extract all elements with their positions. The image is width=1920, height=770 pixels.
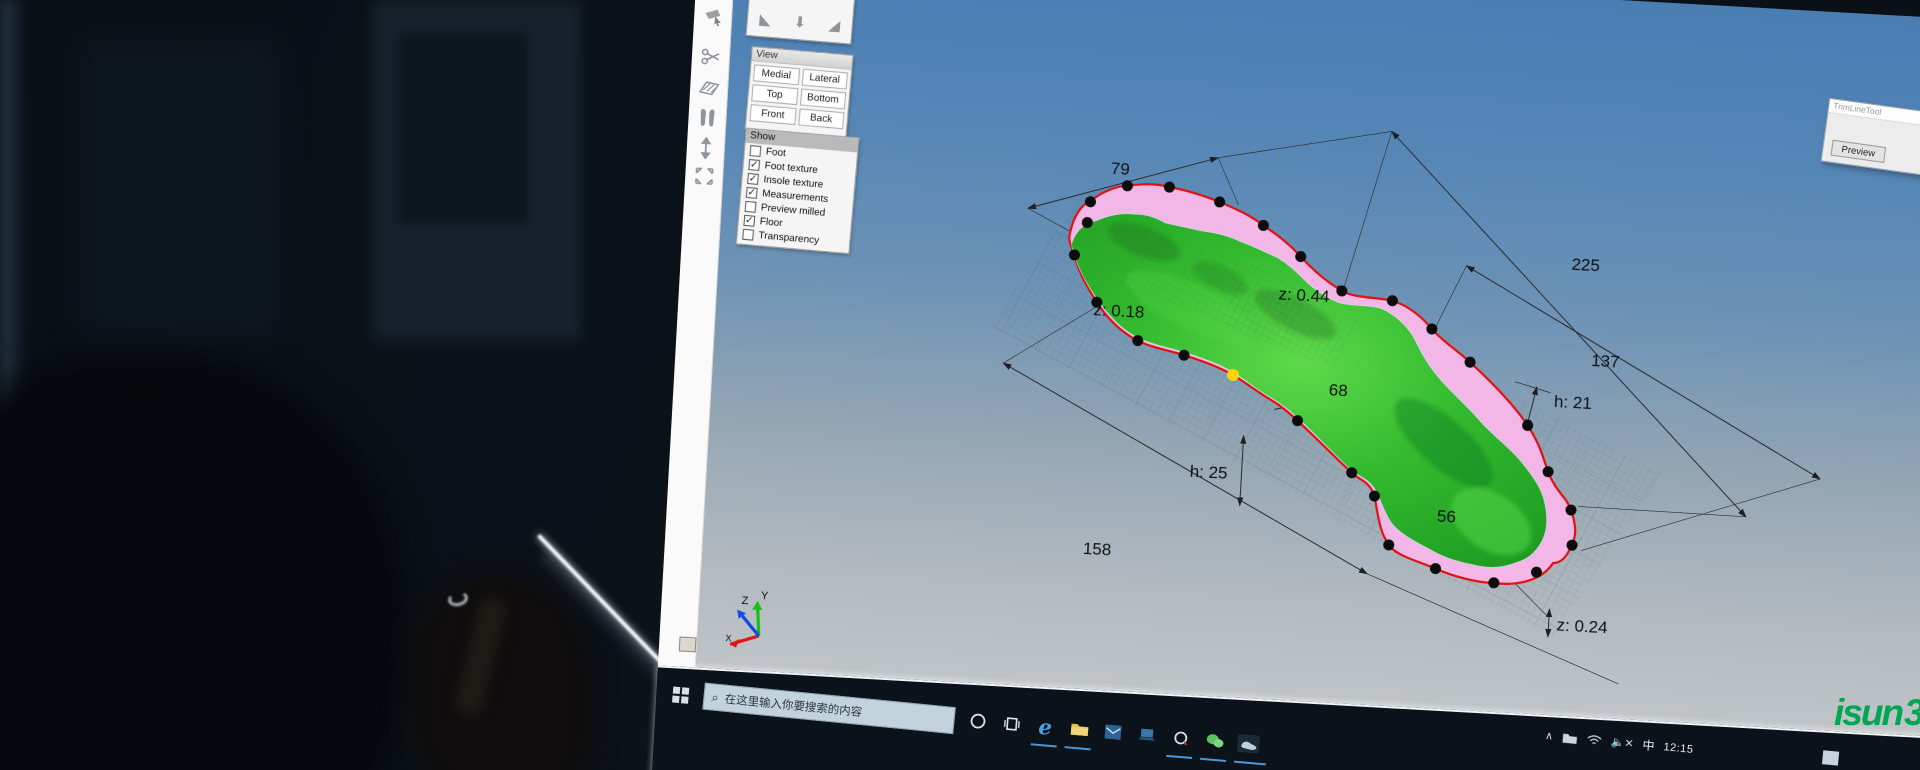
show-panel: Show Foot ✓ Foot texture ✓ Insole textur… <box>736 128 860 254</box>
search-placeholder: 在这里输入你要搜索的内容 <box>724 690 863 719</box>
scissors-tool-icon[interactable] <box>699 45 722 68</box>
tray-folder-icon[interactable] <box>1561 731 1578 744</box>
photo-of-monitor: 79 225 137 158 68 56 h: 21 h: 25 z: 0.18… <box>0 0 1920 770</box>
select-region-tool-icon[interactable] <box>702 5 725 28</box>
checkbox[interactable]: ✓ <box>748 159 760 171</box>
open-app-underline <box>1031 743 1057 748</box>
browser-app-button[interactable] <box>1162 720 1199 757</box>
photo-left-light-edge <box>0 0 26 770</box>
view-front-button[interactable]: Front <box>749 104 796 125</box>
start-button[interactable] <box>662 677 699 714</box>
monitor-screen: 79 225 137 158 68 56 h: 21 h: 25 z: 0.18… <box>644 0 1920 770</box>
measure-h21: h: 21 <box>1554 392 1593 413</box>
expand-view-tool-icon[interactable] <box>693 165 716 188</box>
section-plane-tool-icon[interactable] <box>698 77 721 100</box>
volume-muted-icon[interactable]: 🔈✕ <box>1610 735 1634 750</box>
insole-3d-scene[interactable]: 79 225 137 158 68 56 h: 21 h: 25 z: 0.18… <box>696 0 1920 743</box>
axis-y-label: Y <box>761 590 770 602</box>
view-medial-button[interactable]: Medial <box>753 64 800 85</box>
task-view-icon <box>1002 714 1020 732</box>
checkbox[interactable]: ✓ <box>747 172 759 184</box>
tray-chevron-icon[interactable]: ∧ <box>1544 729 1553 743</box>
view-back-button[interactable]: Back <box>798 108 845 129</box>
tray-app-tile[interactable] <box>1822 750 1839 765</box>
measure-56: 56 <box>1436 507 1456 527</box>
axis-gizmo: Y Z X <box>725 588 769 649</box>
task-view-button[interactable] <box>993 705 1030 742</box>
open-app-underline <box>1065 746 1091 751</box>
checkbox[interactable]: ✓ <box>746 186 758 198</box>
statusbar-corner-icon[interactable] <box>679 636 697 652</box>
measure-z044: z: 0.44 <box>1278 284 1330 306</box>
measure-68: 68 <box>1328 380 1348 400</box>
view-panel: View Medial Lateral Top Bottom Front Bac… <box>745 46 854 138</box>
person-silhouette <box>0 360 400 770</box>
wifi-icon[interactable] <box>1586 733 1602 746</box>
laptop-icon <box>1137 727 1156 743</box>
windows-logo-icon <box>672 687 689 704</box>
measure-h25: h: 25 <box>1189 462 1228 483</box>
move-down-button[interactable]: ⬇ <box>793 15 807 31</box>
file-explorer-button[interactable] <box>1061 711 1098 748</box>
insole-cad-app-button[interactable] <box>1230 725 1267 762</box>
measure-z018: z: 0.18 <box>1093 300 1145 322</box>
hand-blur <box>408 575 593 770</box>
height-adjust-tool-icon[interactable] <box>694 137 717 160</box>
finger-ring <box>447 590 469 608</box>
background-monitor-blur <box>372 0 582 340</box>
view-bottom-button[interactable]: Bottom <box>799 88 846 109</box>
finger-blur <box>454 595 508 718</box>
taskbar-search-input[interactable]: ⌕ 在这里输入你要搜索的内容 <box>702 682 955 733</box>
edge-icon: e <box>1038 713 1053 739</box>
taskbar-clock[interactable]: 12:15 <box>1663 741 1694 756</box>
tools-button[interactable] <box>793 0 813 1</box>
insole-app-icon <box>1237 734 1260 754</box>
axis-z-label: Z <box>741 595 749 607</box>
measure-z024: z: 0.24 <box>1556 615 1608 637</box>
view-top-button[interactable]: Top <box>751 84 798 105</box>
checkbox[interactable] <box>742 228 754 240</box>
mail-icon <box>1103 723 1122 740</box>
preview-button[interactable]: Preview <box>1830 140 1886 163</box>
insole-pair-tool-icon[interactable] <box>696 107 719 130</box>
checkbox[interactable]: ✓ <box>743 214 755 226</box>
3d-viewport[interactable]: 79 225 137 158 68 56 h: 21 h: 25 z: 0.18… <box>696 0 1920 743</box>
cortana-button[interactable] <box>959 702 996 739</box>
checkbox[interactable] <box>745 200 757 212</box>
cortana-icon <box>968 711 986 729</box>
move-right-button[interactable]: ➡ <box>830 0 844 1</box>
mail-app-button[interactable] <box>1095 714 1132 751</box>
tilt-right-button[interactable]: ◢ <box>828 18 841 34</box>
browser-circle-icon <box>1172 729 1190 747</box>
wechat-icon <box>1205 732 1225 750</box>
tilt-left-button[interactable]: ◣ <box>759 12 772 28</box>
store-app-button[interactable] <box>1129 717 1166 754</box>
folder-icon <box>1069 721 1089 739</box>
open-app-underline <box>1234 760 1266 765</box>
ime-indicator[interactable]: 中 <box>1642 736 1656 754</box>
measure-137: 137 <box>1591 351 1620 372</box>
measure-225: 225 <box>1571 255 1600 276</box>
wechat-button[interactable] <box>1196 723 1233 760</box>
measure-79: 79 <box>1110 159 1130 179</box>
view-lateral-button[interactable]: Lateral <box>801 69 848 90</box>
axis-x-label: X <box>725 633 732 643</box>
isun-watermark: isun3 <box>1834 692 1920 734</box>
search-icon: ⌕ <box>711 688 720 705</box>
edge-browser-button[interactable]: e <box>1027 708 1064 745</box>
open-app-underline <box>1166 754 1192 759</box>
checkbox[interactable] <box>750 145 762 157</box>
photo-background-blur <box>80 40 280 340</box>
open-app-underline <box>1200 757 1226 762</box>
background-monitor-screen-blur <box>398 34 528 224</box>
measure-158: 158 <box>1082 539 1111 560</box>
